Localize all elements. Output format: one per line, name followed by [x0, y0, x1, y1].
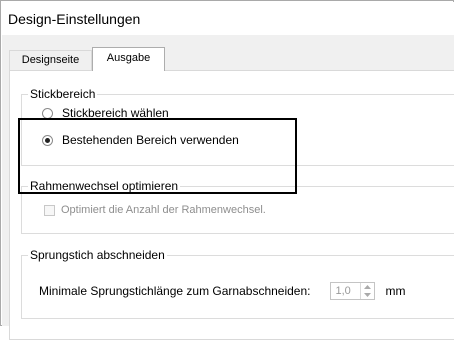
tab-designseite-label: Designseite — [21, 54, 80, 66]
dialog-window: Design-Einstellungen Designseite Ausgabe… — [0, 0, 454, 340]
sprungstich-length-stepper[interactable]: 1,0 — [330, 282, 376, 300]
stepper-down-button[interactable] — [361, 291, 374, 299]
tab-panel-ausgabe: Stickbereich Stickbereich wählen Bestehe… — [9, 70, 454, 340]
tab-ausgabe[interactable]: Ausgabe — [92, 47, 165, 71]
stepper-up-button[interactable] — [361, 283, 374, 291]
chevron-down-icon — [364, 293, 372, 297]
radio-button-icon — [42, 107, 53, 119]
sprungstich-value: 1,0 — [335, 285, 351, 297]
checkbox-rahmenwechsel-label: Optimiert die Anzahl der Rahmenwechsel. — [61, 204, 266, 216]
tab-ausgabe-label: Ausgabe — [106, 52, 151, 64]
stepper-buttons — [360, 283, 374, 299]
sprungstich-field-label: Minimale Sprungstichlänge zum Garnabschn… — [39, 284, 311, 298]
group-sprungstich-label: Sprungstich abschneiden — [28, 248, 167, 262]
checkbox-rahmenwechsel[interactable]: Optimiert die Anzahl der Rahmenwechsel. — [44, 204, 266, 216]
checkbox-icon — [44, 204, 55, 216]
group-sprungstich: Sprungstich abschneiden Minimale Sprungs… — [21, 248, 454, 319]
window-title: Design-Einstellungen — [8, 11, 141, 27]
highlight-frame — [18, 118, 297, 194]
dialog-body: Designseite Ausgabe Stickbereich Stickbe… — [2, 35, 454, 340]
tab-designseite[interactable]: Designseite — [9, 50, 92, 70]
group-stickbereich-label: Stickbereich — [28, 87, 98, 101]
title-bar: Design-Einstellungen — [2, 2, 454, 35]
sprungstich-unit: mm — [385, 284, 406, 298]
sprungstich-row: Minimale Sprungstichlänge zum Garnabschn… — [39, 282, 405, 300]
chevron-up-icon — [364, 285, 372, 289]
